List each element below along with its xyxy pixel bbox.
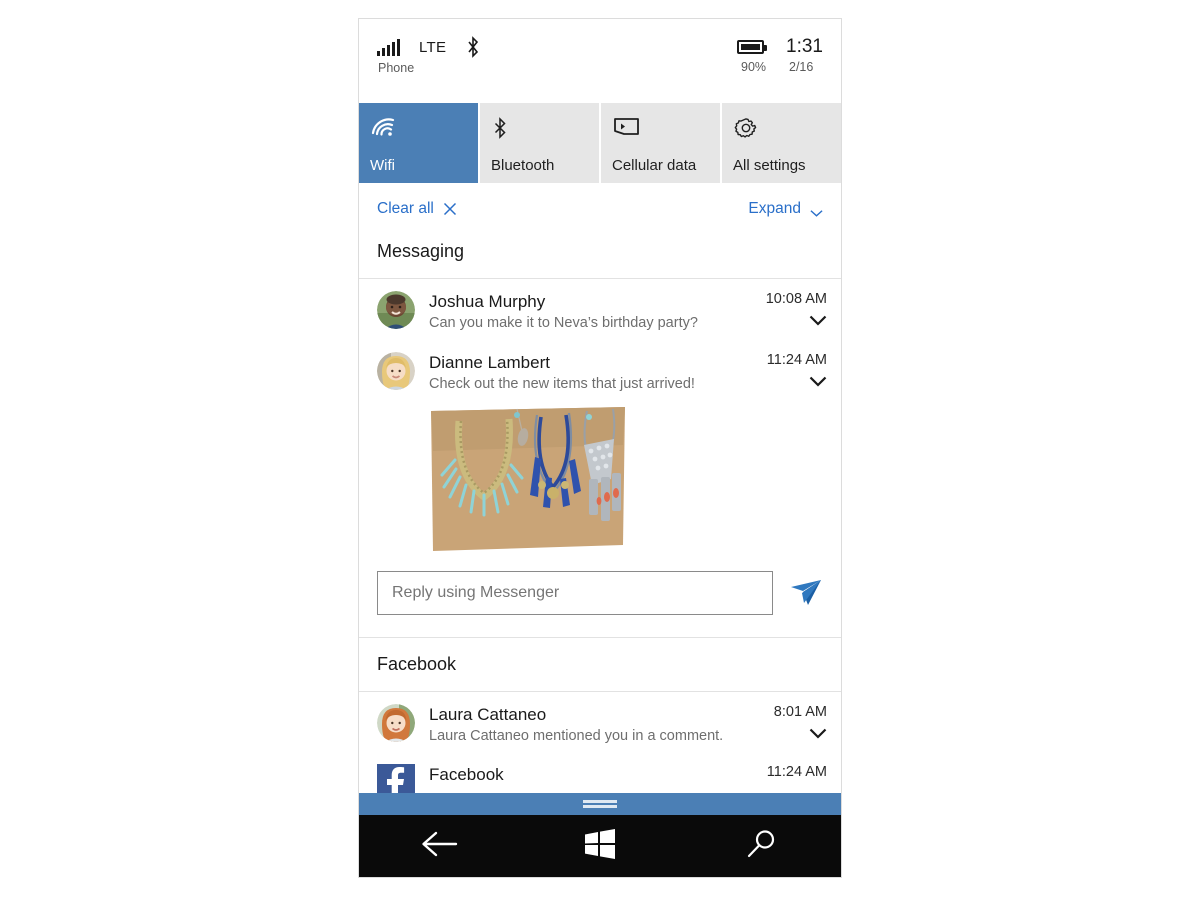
quick-action-all-settings[interactable]: All settings bbox=[722, 103, 841, 183]
windows-logo-icon bbox=[583, 828, 617, 865]
quick-action-all-settings-label: All settings bbox=[733, 157, 806, 174]
group-header-messaging: Messaging bbox=[359, 235, 841, 279]
send-paper-plane-icon[interactable] bbox=[789, 578, 823, 608]
notification-actions-row: Clear all Expand bbox=[359, 183, 841, 235]
chevron-down-icon[interactable] bbox=[809, 374, 827, 387]
notification-meta: 11:24 AM bbox=[767, 764, 827, 780]
drag-grip-icon bbox=[583, 798, 617, 810]
notification-content: Dianne Lambert Check out the new items t… bbox=[429, 352, 753, 395]
back-button[interactable] bbox=[404, 824, 474, 868]
notification-title: Laura Cattaneo bbox=[429, 704, 547, 724]
notification-body: Can you make it to Neva’s birthday party… bbox=[429, 315, 698, 332]
wifi-icon bbox=[370, 115, 467, 145]
drag-handle[interactable] bbox=[359, 793, 841, 815]
clear-all-label: Clear all bbox=[377, 200, 434, 217]
avatar-laura-cattaneo bbox=[377, 703, 415, 742]
jewelry-necklaces-photo[interactable] bbox=[429, 404, 627, 553]
close-x-icon bbox=[443, 202, 457, 216]
search-magnifier-icon bbox=[745, 828, 777, 865]
quick-action-cellular-data-label: Cellular data bbox=[612, 157, 697, 174]
notification-content: Laura Cattaneo Laura Cattaneo mentioned … bbox=[429, 704, 760, 747]
start-button[interactable] bbox=[565, 824, 635, 868]
search-button[interactable] bbox=[726, 824, 796, 868]
notification-body: Laura Cattaneo mentioned you in a commen… bbox=[429, 727, 724, 744]
notification-time: 11:24 AM bbox=[766, 351, 827, 368]
signal-bars-icon bbox=[377, 38, 400, 56]
notification-attachment-wrap bbox=[359, 401, 841, 553]
reply-input-box[interactable] bbox=[377, 570, 773, 615]
notification-time: 10:08 AM bbox=[765, 291, 827, 307]
cellular-data-icon bbox=[612, 115, 709, 145]
reply-input[interactable] bbox=[392, 583, 758, 602]
expand-button[interactable]: Expand bbox=[748, 200, 823, 218]
notification-meta: 8:01 AM bbox=[773, 703, 827, 739]
notification-item[interactable]: Joshua Murphy Can you make it to Neva’s … bbox=[359, 279, 841, 340]
avatar-joshua-murphy bbox=[377, 291, 415, 329]
clock-label: 1:31 bbox=[786, 36, 823, 57]
notification-title: Joshua Murphy bbox=[429, 292, 546, 311]
notification-time: 8:01 AM bbox=[773, 703, 827, 720]
bluetooth-icon bbox=[491, 115, 588, 145]
notification-title: Dianne Lambert bbox=[429, 352, 550, 372]
notification-time: 11:24 AM bbox=[766, 764, 827, 781]
date-label: 2/16 bbox=[789, 60, 814, 74]
status-bar-right: 1:31 90% 2/16 bbox=[737, 35, 823, 74]
quick-action-wifi-label: Wifi bbox=[370, 157, 395, 174]
notification-title: Facebook bbox=[429, 765, 504, 785]
notification-item[interactable]: Laura Cattaneo Laura Cattaneo mentioned … bbox=[359, 692, 841, 753]
quick-action-bluetooth[interactable]: Bluetooth bbox=[480, 103, 599, 183]
chevron-down-icon[interactable] bbox=[809, 726, 827, 739]
notification-meta: 11:24 AM bbox=[766, 351, 827, 387]
expand-label: Expand bbox=[748, 200, 801, 217]
battery-icon bbox=[737, 40, 768, 54]
quick-action-cellular-data[interactable]: Cellular data bbox=[601, 103, 720, 183]
avatar-dianne-lambert bbox=[377, 351, 415, 390]
bluetooth-icon bbox=[465, 36, 481, 58]
notification-item[interactable]: Dianne Lambert Check out the new items t… bbox=[359, 340, 841, 401]
gear-icon bbox=[733, 115, 830, 145]
chevron-down-icon bbox=[810, 205, 823, 217]
notification-body: Check out the new items that just arrive… bbox=[429, 376, 695, 393]
screenshot-canvas: LTE Phone 1:31 90% 2/16 Wifi Bluetooth C… bbox=[0, 0, 1200, 900]
quick-action-bluetooth-label: Bluetooth bbox=[491, 157, 555, 174]
chevron-down-icon[interactable] bbox=[809, 313, 827, 326]
system-nav-bar bbox=[359, 815, 841, 877]
quick-actions-row: Wifi Bluetooth Cellular data All setting… bbox=[359, 103, 841, 183]
quick-action-wifi[interactable]: Wifi bbox=[359, 103, 478, 183]
notification-content: Facebook bbox=[429, 764, 753, 785]
group-header-facebook: Facebook bbox=[359, 638, 841, 692]
network-type-label: LTE bbox=[419, 38, 447, 56]
clear-all-button[interactable]: Clear all bbox=[377, 200, 457, 218]
phone-screen: LTE Phone 1:31 90% 2/16 Wifi Bluetooth C… bbox=[358, 18, 842, 878]
battery-percent-label: 90% bbox=[741, 60, 767, 74]
notification-content: Joshua Murphy Can you make it to Neva’s … bbox=[429, 291, 752, 334]
reply-row bbox=[359, 553, 841, 637]
status-bar: LTE Phone 1:31 90% 2/16 bbox=[359, 19, 841, 103]
status-bar-left: LTE Phone bbox=[377, 35, 481, 75]
carrier-label: Phone bbox=[378, 61, 415, 75]
notification-item[interactable]: Facebook 11:24 AM bbox=[359, 752, 841, 793]
facebook-app-icon bbox=[377, 764, 415, 793]
notification-meta: 10:08 AM bbox=[765, 291, 827, 326]
notification-list[interactable]: Messaging Joshua Murphy Can you make it … bbox=[359, 235, 841, 793]
back-arrow-icon bbox=[419, 830, 459, 863]
